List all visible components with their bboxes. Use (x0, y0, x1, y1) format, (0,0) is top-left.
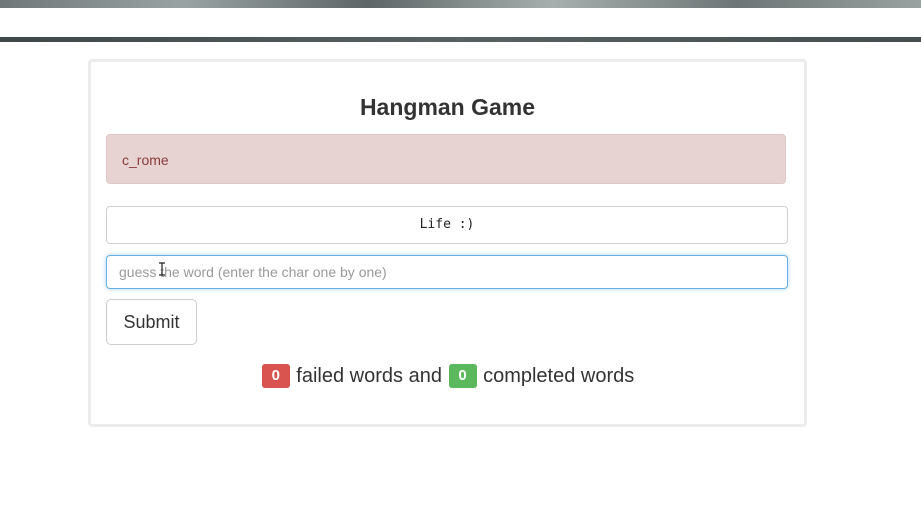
page-title: Hangman Game (359, 94, 536, 120)
masked-word: c_rome (122, 152, 169, 168)
guess-input[interactable] (106, 255, 788, 289)
completed-label: completed words (483, 365, 635, 387)
life-status-text: Life :) (419, 217, 475, 232)
text-cursor-icon (159, 262, 165, 276)
completed-count-badge: 0 (448, 363, 477, 388)
header-divider (0, 37, 921, 42)
submit-button[interactable]: Submit (106, 299, 197, 345)
word-display-alert: c_rome (106, 134, 786, 184)
life-status-box: Life :) (106, 206, 788, 244)
top-banner-strip (0, 0, 921, 8)
score-summary: 0 failed words and 0 completed words (91, 363, 804, 389)
game-panel: Hangman Game c_rome Life :) Submit 0 fai… (88, 59, 807, 427)
failed-label: failed words and (296, 365, 442, 387)
failed-count-badge: 0 (261, 363, 290, 388)
